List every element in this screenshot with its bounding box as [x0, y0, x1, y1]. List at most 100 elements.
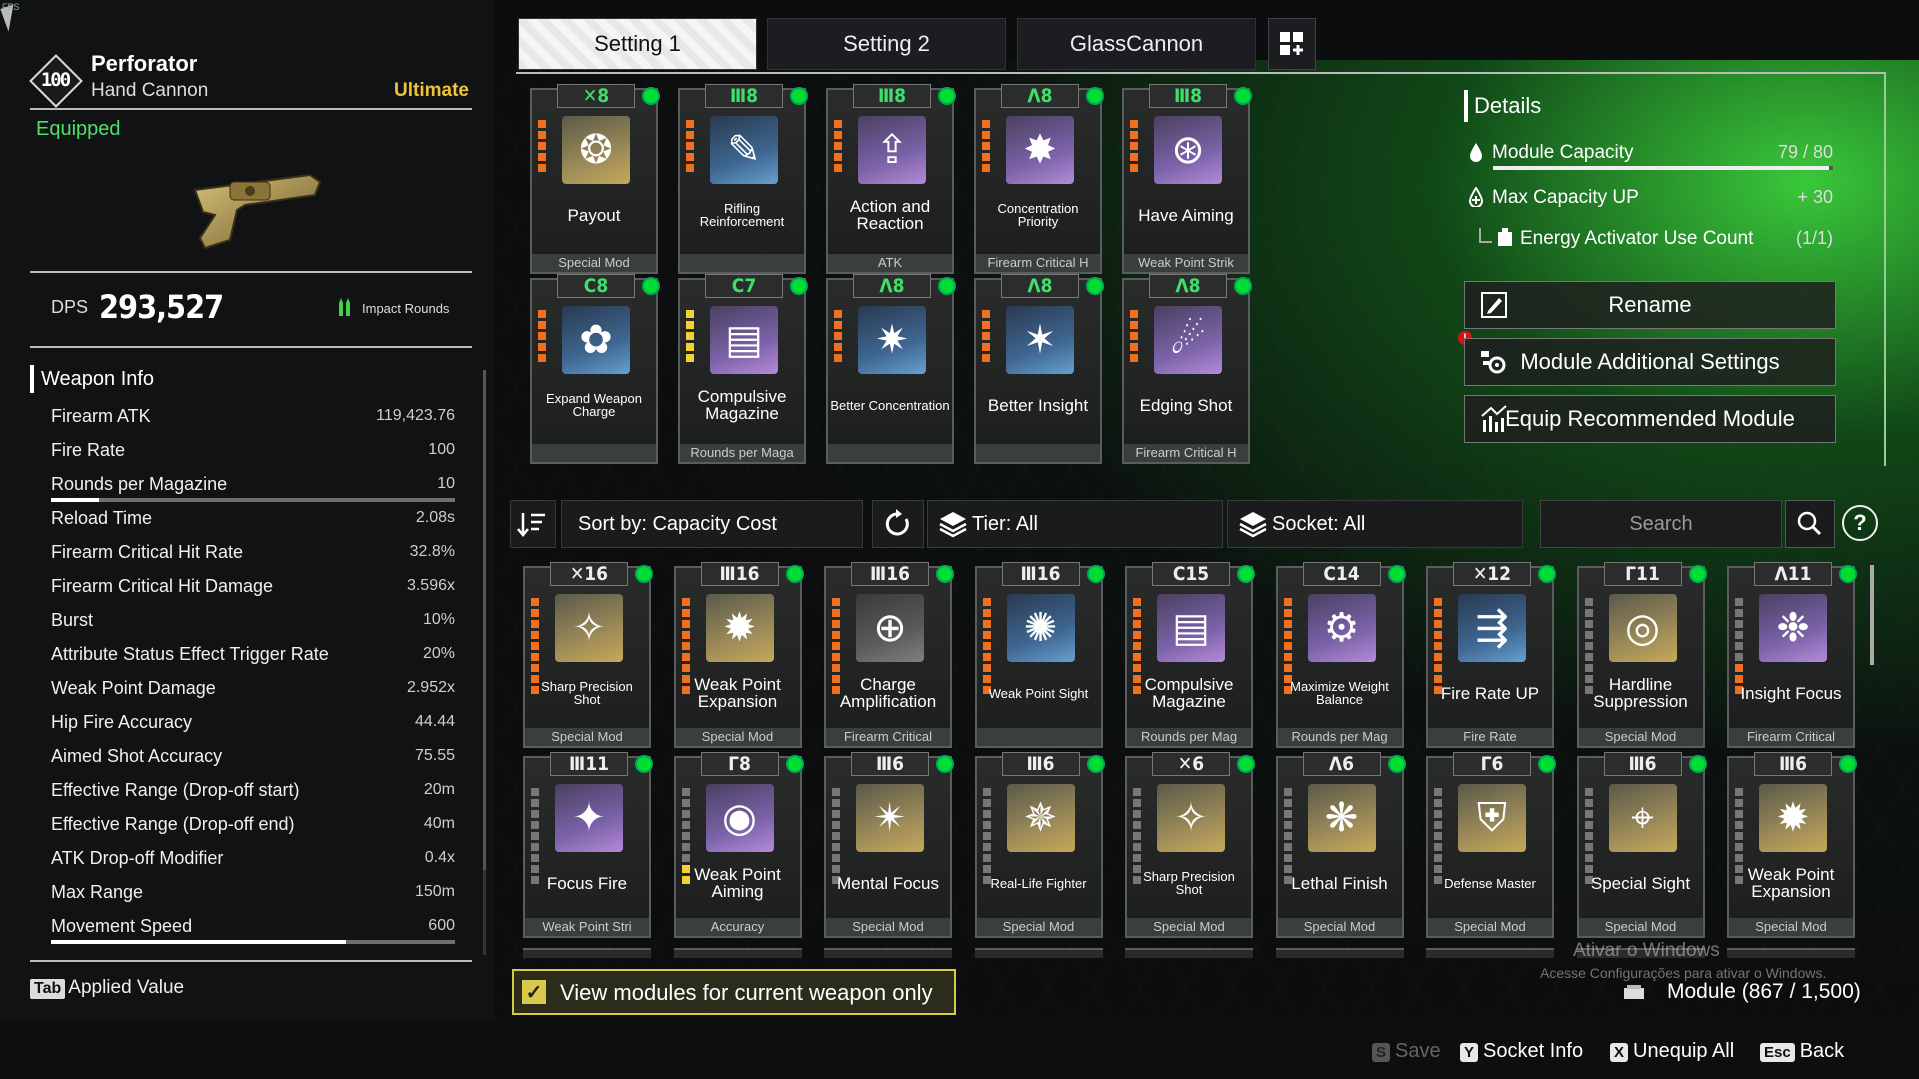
module-card[interactable]: C14 ⚙ Maximize Weight Balance Rounds per Ma… [1275, 562, 1406, 748]
tab-glasscannon[interactable]: GlassCannon [1017, 18, 1256, 70]
module-capacity-cost: Ⅲ8 [1149, 84, 1227, 108]
module-card[interactable]: Λ8 ☄ Edging Shot Firearm Critical H [1122, 274, 1252, 464]
module-card[interactable]: ✕16 ✧ Sharp Precision Shot Special Mod [523, 562, 653, 748]
module-level-pip [686, 153, 694, 161]
socket-match-icon [1234, 87, 1252, 105]
search-input[interactable]: Search [1540, 500, 1782, 548]
module-card-partial[interactable] [1275, 948, 1404, 958]
module-card[interactable]: Ⅲ6 ⌖ Special Sight Special Mod [1576, 752, 1707, 938]
module-card[interactable]: Ⅲ16 ✺ Weak Point Sight [974, 562, 1105, 748]
module-card-partial[interactable] [824, 948, 952, 958]
module-level-pip [834, 310, 842, 318]
module-icon: ☄ [1154, 306, 1222, 374]
socket-filter-dropdown[interactable]: Socket: All [1227, 500, 1523, 548]
module-card-partial[interactable] [974, 948, 1103, 958]
module-card[interactable]: Ⅲ16 ⊕ Charge Amplification Firearm Critical [824, 562, 954, 748]
module-card-partial[interactable] [1727, 948, 1855, 958]
save-button[interactable]: S Save [1372, 1040, 1441, 1063]
help-button[interactable]: ? [1842, 505, 1878, 541]
module-card[interactable]: Ⅲ6 ✹ Weak Point Expansion Special Mod [1727, 752, 1857, 938]
reset-filter-button[interactable] [872, 500, 924, 548]
socket-type-icon: Ⅲ [1020, 563, 1037, 585]
module-icon: ✷ [858, 306, 926, 374]
module-capacity-cost: ✕6 [1152, 752, 1230, 776]
module-level-pip [832, 843, 840, 851]
module-level-pip [1130, 354, 1138, 362]
module-card[interactable]: Ⅲ11 ✦ Focus Fire Weak Point Stri [523, 752, 653, 938]
view-current-weapon-only-checkbox[interactable]: ✓ View modules for current weapon only [512, 969, 956, 1015]
module-icon: ✶ [1006, 306, 1074, 374]
module-card[interactable]: Ⅲ8 ⊛ Have Aiming Weak Point Strik [1122, 84, 1252, 274]
module-card[interactable]: Λ8 ✸ Concentration Priority Firearm Critica… [974, 84, 1104, 274]
unequip-all-button[interactable]: X Unequip All [1610, 1040, 1734, 1063]
module-card[interactable]: Ⅲ6 ✵ Real-Life Fighter Special Mod [974, 752, 1105, 938]
weapon-name: Perforator [91, 51, 198, 76]
module-additional-settings-button[interactable]: Module Additional Settings [1464, 338, 1836, 386]
sort-dropdown[interactable]: Sort by: Capacity Cost [561, 500, 863, 548]
module-card[interactable]: Γ11 ◎ Hardline Suppression Special Mod [1576, 562, 1707, 748]
module-card[interactable]: Γ8 ◉ Weak Point Aiming Accuracy [673, 752, 804, 938]
module-card[interactable]: Ⅲ8 ⇪ Action and Reaction ATK [826, 84, 956, 274]
module-card[interactable]: Ⅲ6 ✴ Mental Focus Special Mod [824, 752, 954, 938]
details-title: Details [1474, 93, 1542, 118]
module-card-partial[interactable] [673, 948, 802, 958]
stat-label: Aimed Shot Accuracy [51, 746, 223, 766]
add-preset-button[interactable] [1268, 18, 1316, 70]
module-glyph-icon: ✶ [1023, 318, 1057, 362]
stat-bar [51, 940, 455, 944]
module-card[interactable]: Λ8 ✶ Better Insight [974, 274, 1104, 464]
tab-setting-2[interactable]: Setting 2 [767, 18, 1006, 70]
equip-recommended-button[interactable]: Equip Recommended Module [1464, 395, 1836, 443]
stat-label: Fire Rate [51, 440, 126, 460]
socket-match-icon [1688, 565, 1707, 583]
socket-type-icon: Ⅲ [1026, 753, 1043, 775]
module-card-partial[interactable] [1426, 948, 1554, 958]
socket-match-icon [1538, 565, 1556, 583]
back-button[interactable]: Esc Back [1760, 1040, 1844, 1063]
cost-value: 7 [744, 275, 757, 297]
module-card[interactable]: C15 ▤ Compulsive Magazine Rounds per Mag [1125, 562, 1255, 748]
module-level-pip [1130, 131, 1138, 139]
module-card[interactable]: Ⅲ16 ✹ Weak Point Expansion Special Mod [673, 562, 804, 748]
module-card[interactable]: Ⅲ8 ✎ Rifling Reinforcement [678, 84, 808, 274]
module-card[interactable]: Λ8 ✷ Better Concentration [826, 274, 956, 464]
module-level-pips [686, 120, 694, 175]
module-card[interactable]: ✕12 ⇶ Fire Rate UP Fire Rate [1426, 562, 1556, 748]
stat-row: Rounds per Magazine 10 [51, 470, 455, 504]
stat-value: 2.08s [415, 509, 455, 526]
module-card-partial[interactable] [523, 948, 651, 958]
module-card[interactable]: Λ11 ❉ Insight Focus Firearm Critical [1727, 562, 1857, 748]
module-type [976, 444, 1100, 462]
applied-value-hint[interactable]: Tab Applied Value [30, 977, 184, 999]
cost-value: 8 [1188, 275, 1201, 297]
module-card[interactable]: Λ6 ❋ Lethal Finish Special Mod [1275, 752, 1406, 938]
inventory-scrollbar[interactable] [1870, 565, 1874, 665]
module-level-pip [531, 631, 539, 639]
search-button[interactable] [1785, 500, 1835, 548]
module-card[interactable]: Γ6 ⛨ Defense Master Special Mod [1426, 752, 1556, 938]
module-card[interactable]: C7 ▤ Compulsive Magazine Rounds per Maga [678, 274, 808, 464]
sort-order-button[interactable] [510, 500, 556, 548]
checkbox-checked-icon: ✓ [522, 980, 546, 1004]
module-capacity-cost: ✕8 [557, 84, 635, 108]
scrollbar-thumb[interactable] [483, 370, 486, 870]
rename-button[interactable]: Rename [1464, 281, 1836, 329]
module-card[interactable]: ✕8 ❂ Payout Special Mod [530, 84, 660, 274]
module-capacity-cost: ✕12 [1453, 562, 1531, 586]
socket-match-icon [1237, 755, 1255, 773]
socket-info-button[interactable]: Y Socket Info [1460, 1040, 1583, 1063]
socket-type-icon: Ⅲ [1173, 85, 1191, 107]
tier-filter-dropdown[interactable]: Tier: All [927, 500, 1223, 548]
module-level-pip [681, 620, 690, 628]
stat-value: 3.596x [406, 577, 455, 594]
tab-setting-1[interactable]: Setting 1 [518, 18, 757, 70]
module-capacity-cost: Λ11 [1754, 562, 1832, 586]
socket-match-icon [1538, 755, 1556, 773]
module-card-partial[interactable] [1125, 948, 1253, 958]
stats-scrollbar[interactable] [483, 370, 486, 955]
module-capacity-cost: C14 [1302, 562, 1381, 586]
module-level-pip [686, 164, 694, 172]
module-card[interactable]: ✕6 ✧ Sharp Precision Shot Special Mod [1125, 752, 1255, 938]
cost-value: 8 [1040, 85, 1053, 107]
module-card[interactable]: C8 ✿ Expand Weapon Charge [530, 274, 660, 464]
